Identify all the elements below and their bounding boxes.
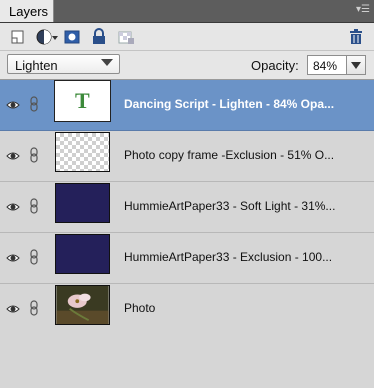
layer-row[interactable]: Photo <box>0 284 374 334</box>
opacity-dropdown-button[interactable] <box>346 55 366 75</box>
layer-row[interactable]: HummieArtPaper33 - Soft Light - 31%... <box>0 182 374 233</box>
layers-list: T Dancing Script - Lighten - 84% Opa... … <box>0 80 374 388</box>
opacity-label: Opacity: <box>251 58 299 73</box>
layer-thumbnail-paper <box>55 234 110 274</box>
new-layer-icon[interactable] <box>9 27 29 47</box>
visibility-eye-icon[interactable] <box>6 98 20 112</box>
layer-name: Dancing Script - Lighten - 84% Opa... <box>124 97 335 111</box>
layer-row[interactable]: T Dancing Script - Lighten - 84% Opa... <box>0 80 374 131</box>
link-chain-icon[interactable] <box>29 300 39 316</box>
link-chain-icon[interactable] <box>29 249 39 265</box>
visibility-eye-icon[interactable] <box>6 251 20 265</box>
layer-name: HummieArtPaper33 - Soft Light - 31%... <box>124 199 336 213</box>
opacity-input[interactable]: 84% <box>307 55 347 75</box>
layer-mask-icon[interactable] <box>62 27 82 47</box>
layer-name: HummieArtPaper33 - Exclusion - 100... <box>124 250 333 264</box>
blend-mode-value: Lighten <box>15 58 58 73</box>
layers-tab[interactable]: Layers <box>0 0 54 22</box>
layer-name: Photo copy frame -Exclusion - 51% O... <box>124 148 335 162</box>
adjustment-layer-icon[interactable] <box>35 27 59 47</box>
layer-row[interactable]: HummieArtPaper33 - Exclusion - 100... <box>0 233 374 284</box>
layer-row[interactable]: Photo copy frame -Exclusion - 51% O... <box>0 131 374 182</box>
layer-thumbnail-text: T <box>54 80 111 122</box>
panel-tab-bar: Layers ▾☰ <box>0 0 374 23</box>
layer-name: Photo <box>124 301 156 315</box>
text-layer-letter: T <box>75 88 90 113</box>
chevron-down-icon <box>101 59 113 66</box>
visibility-eye-icon[interactable] <box>6 200 20 214</box>
chevron-down-icon <box>351 62 361 69</box>
layer-thumbnail-transparent <box>55 132 110 172</box>
link-chain-icon[interactable] <box>29 147 39 163</box>
lock-all-icon[interactable] <box>89 27 109 47</box>
blend-mode-dropdown[interactable]: Lighten <box>7 54 120 74</box>
visibility-eye-icon[interactable] <box>6 302 20 316</box>
panel-menu-icon[interactable]: ▾☰ <box>356 4 370 16</box>
link-chain-icon[interactable] <box>29 96 39 112</box>
trash-icon[interactable] <box>346 27 366 47</box>
visibility-eye-icon[interactable] <box>6 149 20 163</box>
link-chain-icon[interactable] <box>29 198 39 214</box>
layer-options-row: Lighten Opacity: 84% <box>0 51 374 80</box>
lock-transparency-icon[interactable] <box>116 27 136 47</box>
layers-toolbar <box>0 23 374 51</box>
layer-thumbnail-photo <box>55 285 110 325</box>
layer-thumbnail-paper <box>55 183 110 223</box>
